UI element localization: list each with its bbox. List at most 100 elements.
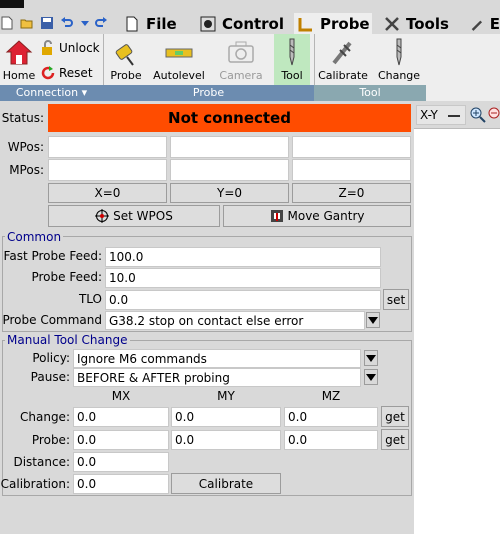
dash-icon (448, 115, 460, 117)
app-logo (0, 0, 24, 8)
view-plane-value: X-Y (420, 108, 438, 122)
control-icon (200, 16, 216, 31)
undo-icon[interactable] (60, 16, 74, 30)
pause-select[interactable]: BEFORE & AFTER probing (73, 368, 361, 387)
zero-z-button[interactable]: Z=0 (292, 183, 411, 203)
unlock-button[interactable]: Unlock (40, 38, 100, 58)
tab-file[interactable]: File (120, 13, 192, 34)
fast-probe-feed-input[interactable]: 100.0 (105, 247, 381, 267)
redo-icon[interactable] (94, 16, 108, 30)
probe-get-button[interactable]: get (381, 429, 409, 450)
tool-group-label: Tool (314, 85, 426, 101)
reset-label: Reset (59, 66, 93, 80)
change-button[interactable]: Change (374, 34, 424, 85)
canvas-area[interactable] (414, 101, 500, 534)
change-label: Change: (20, 410, 70, 424)
camera-label: Camera (219, 69, 263, 82)
col-mx: MX (111, 389, 131, 403)
probe-command-select[interactable]: G38.2 stop on contact else error (105, 311, 365, 330)
home-button[interactable]: Home (0, 34, 38, 85)
autolevel-label: Autolevel (153, 69, 205, 82)
calibrate-button[interactable]: Calibrate (316, 34, 370, 85)
tool-icon (289, 38, 295, 66)
mpos-z (292, 159, 411, 181)
distance-input[interactable]: 0.0 (73, 452, 169, 472)
set-wpos-label: Set WPOS (113, 209, 173, 223)
probe-feed-input[interactable]: 10.0 (105, 268, 381, 288)
zoom-in-icon[interactable] (470, 107, 486, 123)
unlock-label: Unlock (59, 41, 100, 55)
change-my-input[interactable]: 0.0 (171, 407, 281, 427)
tlo-input[interactable]: 0.0 (105, 290, 381, 310)
set-wpos-button[interactable]: Set WPOS (48, 205, 220, 227)
autolevel-icon (165, 48, 193, 58)
connection-group-menu[interactable]: Connection ▾ (0, 85, 103, 101)
calibrate-button-panel[interactable]: Calibrate (171, 473, 281, 494)
home-icon (5, 40, 33, 65)
mpos-label: MPos: (9, 163, 44, 177)
calibration-label: Calibration: (0, 477, 70, 491)
probe-command-dropdown-arrow[interactable] (366, 312, 380, 328)
pause-dropdown-arrow[interactable] (364, 369, 378, 385)
policy-select[interactable]: Ignore M6 commands (73, 349, 361, 368)
mpos-y (170, 159, 289, 181)
canvas-toolbar: X-Y (414, 101, 500, 129)
policy-label: Policy: (32, 351, 70, 365)
connection-group-label: Connection (15, 86, 79, 99)
zoom-out-icon[interactable] (488, 107, 500, 123)
probe-mx-input[interactable]: 0.0 (73, 430, 169, 450)
mpos-x (48, 159, 167, 181)
policy-dropdown-arrow[interactable] (364, 350, 378, 366)
tlo-label: TLO (78, 292, 102, 306)
probe-command-label: Probe Command (2, 313, 102, 327)
ribbon: Home Unlock Reset Probe Autolevel Camera… (0, 34, 500, 101)
status-indicator: Not connected (48, 104, 411, 132)
move-gantry-button[interactable]: Move Gantry (223, 205, 411, 227)
probe-position-label: Probe: (31, 433, 70, 447)
unlock-icon (42, 40, 52, 55)
probe-button[interactable]: Probe (105, 34, 147, 85)
tlo-set-button[interactable]: set (383, 289, 409, 310)
manual-tool-change-title: Manual Tool Change (5, 333, 130, 347)
probe-my-input[interactable]: 0.0 (171, 430, 281, 450)
probe-label: Probe (110, 69, 142, 82)
fast-probe-feed-label: Fast Probe Feed: (3, 249, 102, 263)
col-my: MY (217, 389, 235, 403)
tool-button[interactable]: Tool (274, 34, 310, 85)
change-get-button[interactable]: get (381, 406, 409, 427)
file-icon (126, 16, 138, 31)
tools-icon (385, 16, 399, 31)
probe-mz-input[interactable]: 0.0 (284, 430, 378, 450)
tab-tools-label: Tools (406, 14, 449, 33)
wpos-label: WPos: (7, 140, 44, 154)
tab-editor-label: E (489, 14, 500, 33)
tab-probe[interactable]: Probe (294, 13, 372, 34)
tab-tools[interactable]: Tools (380, 13, 460, 34)
probe-icon-large (115, 44, 134, 66)
change-mx-input[interactable]: 0.0 (73, 407, 169, 427)
tab-file-label: File (146, 14, 177, 33)
new-file-icon[interactable] (0, 16, 14, 30)
crosshair-icon (95, 209, 110, 223)
tab-editor[interactable]: E (466, 13, 500, 34)
view-plane-select[interactable]: X-Y (416, 105, 466, 125)
save-icon[interactable] (40, 16, 54, 30)
probe-feed-label: Probe Feed: (31, 270, 102, 284)
change-mz-input[interactable]: 0.0 (284, 407, 378, 427)
autolevel-button[interactable]: Autolevel (150, 34, 208, 85)
change-icon (396, 38, 402, 66)
calibration-input[interactable]: 0.0 (73, 474, 169, 494)
col-mz: MZ (321, 389, 341, 403)
tab-control[interactable]: Control (196, 13, 292, 34)
zero-x-button[interactable]: X=0 (48, 183, 167, 203)
tab-control-label: Control (222, 14, 285, 33)
zero-y-button[interactable]: Y=0 (170, 183, 289, 203)
open-file-icon[interactable] (20, 16, 34, 30)
undo-history-icon[interactable] (78, 16, 92, 30)
reset-button[interactable]: Reset (40, 63, 100, 83)
gantry-icon (270, 210, 283, 222)
common-title: Common (5, 230, 64, 244)
reset-icon (41, 66, 55, 80)
camera-button[interactable]: Camera (212, 34, 270, 85)
calibrate-label: Calibrate (318, 69, 368, 82)
